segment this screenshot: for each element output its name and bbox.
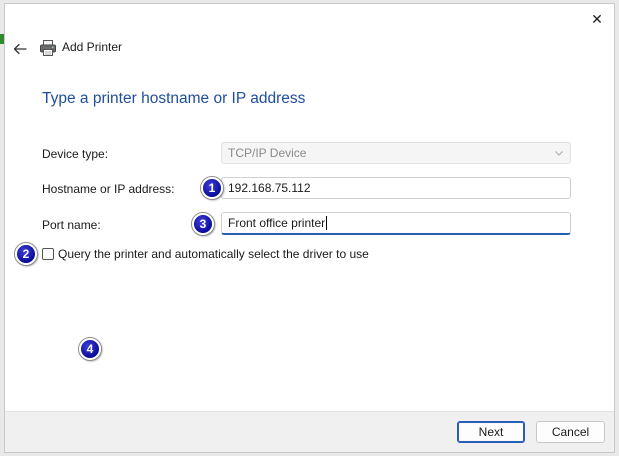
page-heading: Type a printer hostname or IP address (42, 90, 306, 107)
add-printer-dialog: ✕ Add Printer Type a printer hostname or… (4, 3, 615, 453)
printer-icon (40, 40, 56, 56)
query-printer-checkbox-row[interactable]: Query the printer and automatically sele… (42, 247, 369, 261)
back-arrow-icon (13, 43, 27, 55)
annotation-badge-3: 3 (192, 213, 214, 235)
port-name-input[interactable]: Front office printer (221, 212, 571, 235)
back-button[interactable] (11, 40, 29, 58)
window-title: Add Printer (62, 40, 123, 54)
annotation-badge-2: 2 (15, 243, 37, 265)
device-type-value: TCP/IP Device (228, 146, 307, 160)
close-icon: ✕ (591, 10, 603, 27)
next-button[interactable]: Next (457, 421, 525, 443)
hostname-value: 192.168.75.112 (228, 181, 311, 195)
device-type-label: Device type: (42, 147, 109, 161)
text-caret (326, 216, 328, 230)
annotation-badge-1: 1 (201, 177, 223, 199)
chevron-down-icon (555, 151, 563, 156)
port-name-label: Port name: (42, 218, 101, 232)
port-name-value: Front office printer (228, 216, 326, 230)
query-printer-checkbox[interactable] (42, 248, 54, 260)
close-button[interactable]: ✕ (586, 8, 608, 30)
annotation-badge-4: 4 (79, 338, 101, 360)
device-type-select[interactable]: TCP/IP Device (221, 142, 571, 164)
hostname-label: Hostname or IP address: (42, 182, 175, 196)
hostname-input[interactable]: 192.168.75.112 (221, 177, 571, 199)
cancel-button[interactable]: Cancel (536, 421, 605, 443)
dialog-footer: Next Cancel (5, 411, 614, 452)
query-printer-checkbox-label: Query the printer and automatically sele… (58, 247, 369, 261)
